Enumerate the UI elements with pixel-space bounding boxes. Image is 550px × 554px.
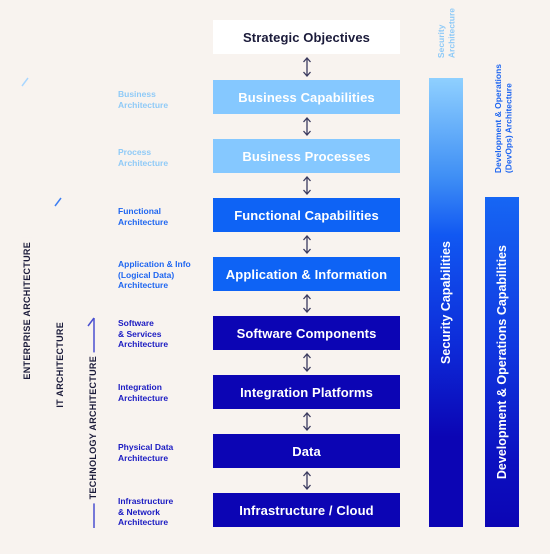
- layer-business-processes: Business Processes: [213, 139, 400, 173]
- layer-infrastructure-cloud: Infrastructure / Cloud: [213, 493, 400, 527]
- layer-label: Integration Platforms: [240, 384, 373, 400]
- arch-label-application-info: Application & Info (Logical Data) Architec…: [118, 259, 191, 291]
- arch-label-line: Infrastructure: [118, 496, 174, 506]
- devops-capabilities-bar: Development & Operations Capabilities: [485, 197, 519, 527]
- bidirectional-arrow-icon: [299, 353, 315, 372]
- heading-line: (DevOps) Architecture: [503, 83, 514, 174]
- arch-label-line: Architecture: [118, 339, 169, 349]
- devops-capabilities-label: Development & Operations Capabilities: [495, 244, 509, 480]
- arch-label-line: Business: [118, 89, 156, 99]
- layer-label: Strategic Objectives: [243, 29, 370, 45]
- bidirectional-arrow-icon: [299, 471, 315, 490]
- arch-label-line: Physical Data: [118, 442, 174, 452]
- arch-label-line: Architecture: [118, 216, 169, 227]
- arch-label-line: & Network: [118, 506, 161, 517]
- layer-label: Infrastructure / Cloud: [239, 502, 374, 518]
- arch-label-line: Application & Info: [118, 259, 191, 269]
- arch-label-physical-data: Physical Data Architecture: [118, 442, 173, 463]
- arch-label-software-services: Software & Services Architecture: [118, 318, 168, 350]
- bidirectional-arrow-icon: [299, 412, 315, 431]
- layer-integration-platforms: Integration Platforms: [213, 375, 400, 409]
- layer-software-components: Software Components: [213, 316, 400, 350]
- arch-label-line: & Services: [118, 328, 162, 339]
- layer-label: Functional Capabilities: [234, 207, 379, 223]
- arch-label-integration: Integration Architecture: [118, 382, 168, 403]
- arch-label-line: Software: [118, 318, 154, 328]
- arch-label-line: Architecture: [118, 517, 169, 527]
- technology-architecture-label: TECHNOLOGY ARCHITECTURE: [88, 352, 98, 504]
- layer-data: Data: [213, 434, 400, 468]
- layer-functional-capabilities: Functional Capabilities: [213, 198, 400, 232]
- arch-label-line: Functional: [118, 206, 161, 216]
- bidirectional-arrow-icon: [299, 176, 315, 195]
- layer-label: Business Processes: [242, 148, 371, 164]
- heading-line: Security: [436, 24, 446, 59]
- layer-label: Business Capabilities: [238, 89, 375, 105]
- bidirectional-arrow-icon: [299, 57, 315, 77]
- arch-label-line: Architecture: [118, 392, 169, 403]
- heading-line: Architecture: [446, 8, 457, 59]
- layer-label: Application & Information: [225, 266, 388, 282]
- arch-label-line: (Logical Data): [118, 269, 175, 280]
- arch-label-infrastructure-network: Infrastructure & Network Architecture: [118, 496, 173, 528]
- arch-label-line: Integration: [118, 382, 162, 392]
- arch-label-line: Architecture: [118, 452, 169, 463]
- heading-line: Development & Operations: [493, 64, 503, 174]
- layer-label: Software Components: [236, 325, 377, 341]
- arch-label-line: Process: [118, 147, 152, 157]
- enterprise-architecture-label: ENTERPRISE ARCHITECTURE: [22, 238, 32, 384]
- arch-label-functional: Functional Architecture: [118, 206, 168, 227]
- scope-arrows: [21, 77, 95, 528]
- devops-architecture-heading: Development & Operations (DevOps) Archit…: [493, 64, 514, 173]
- layer-business-capabilities: Business Capabilities: [213, 80, 400, 114]
- it-architecture-label: IT ARCHITECTURE: [55, 318, 65, 412]
- arch-label-business: Business Architecture: [118, 89, 168, 110]
- security-architecture-heading: Security Architecture: [436, 8, 457, 58]
- bidirectional-arrow-icon: [299, 294, 315, 313]
- arch-label-line: Architecture: [118, 280, 169, 290]
- layer-strategic-objectives: Strategic Objectives: [213, 20, 400, 54]
- layer-application-information: Application & Information: [213, 257, 400, 291]
- arch-label-line: Architecture: [118, 157, 169, 168]
- arch-label-process: Process Architecture: [118, 147, 168, 168]
- bidirectional-arrow-icon: [299, 117, 315, 136]
- security-capabilities-bar: Security Capabilities: [429, 78, 463, 527]
- arch-label-line: Architecture: [118, 99, 169, 110]
- layer-label: Data: [292, 443, 321, 459]
- security-capabilities-label: Security Capabilities: [439, 241, 453, 364]
- bidirectional-arrow-icon: [299, 235, 315, 254]
